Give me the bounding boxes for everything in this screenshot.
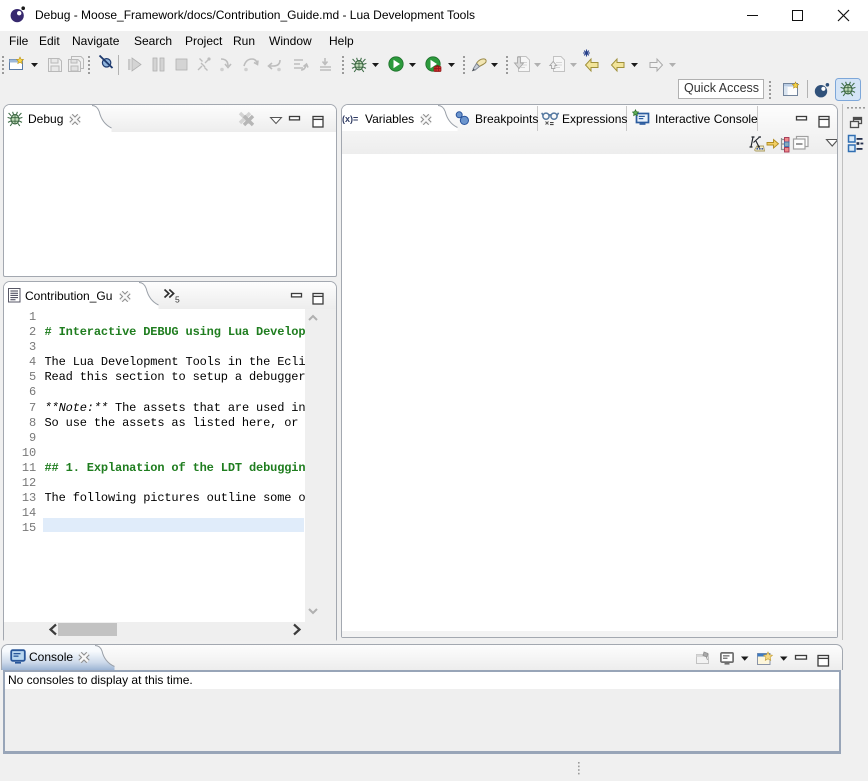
- svg-text:5: 5: [175, 295, 180, 305]
- svg-text:(x)=: (x)=: [342, 114, 358, 124]
